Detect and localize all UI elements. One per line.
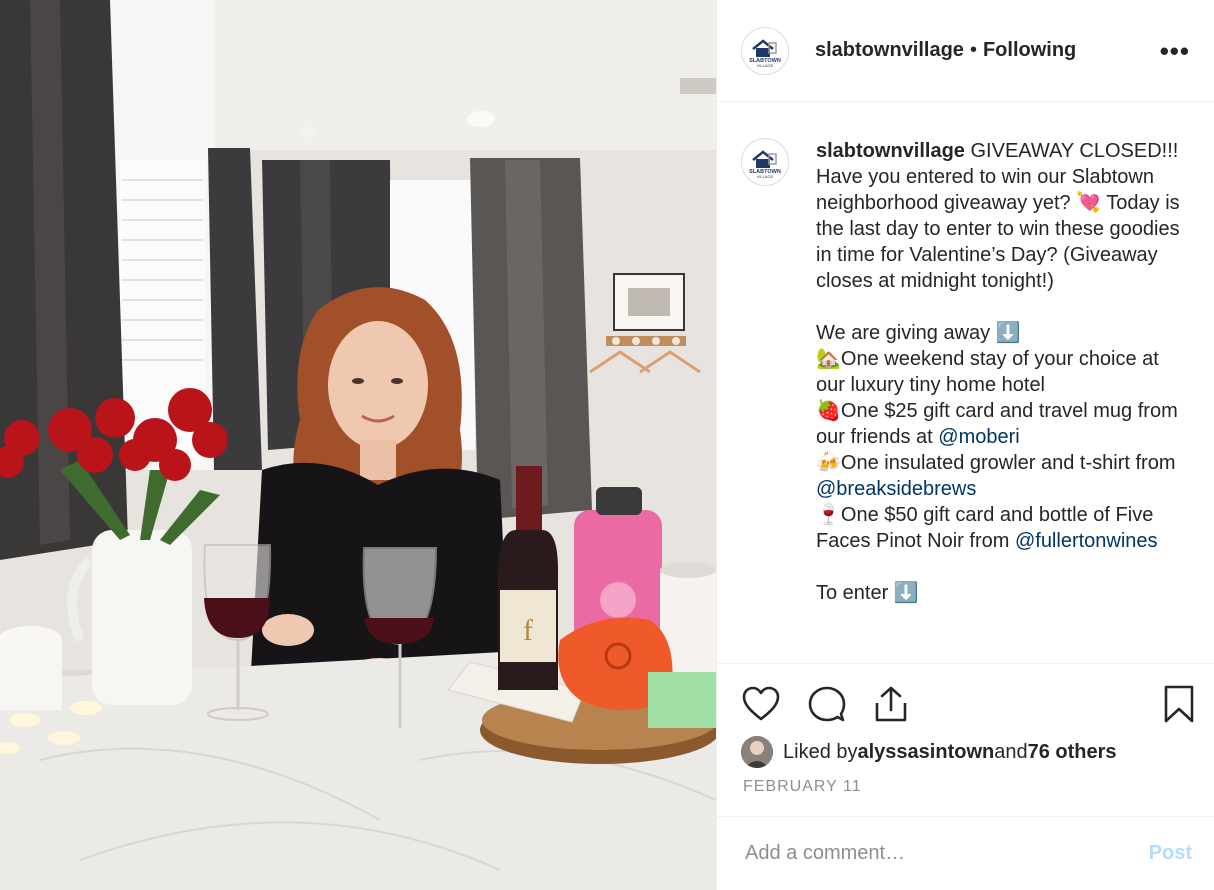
likes-others[interactable]: 76 others <box>1028 741 1117 764</box>
caption-section: SLABTOWN VILLAGE slabtownvillage GIVEAWA… <box>717 103 1214 663</box>
likes-prefix: Liked by <box>783 740 858 763</box>
slabtown-logo-icon: SLABTOWN VILLAGE <box>749 150 781 179</box>
header-separator: • <box>969 39 977 61</box>
svg-text:f: f <box>523 614 533 647</box>
post-panel: SLABTOWN VILLAGE slabtownvillage • Follo… <box>716 0 1214 890</box>
post-date[interactable]: FEBRUARY 11 <box>743 778 862 796</box>
mention-breaksidebrews[interactable]: @breaksidebrews <box>816 478 976 500</box>
header-username[interactable]: slabtownvillage <box>815 39 964 62</box>
bookmark-icon[interactable] <box>1159 684 1199 724</box>
avatar-logo-subtext: VILLAGE <box>757 63 774 68</box>
caption-username[interactable]: slabtownvillage <box>816 140 965 162</box>
comment-bar: Post <box>717 816 1214 890</box>
caption-avatar[interactable]: SLABTOWN VILLAGE <box>741 138 789 186</box>
liker-username[interactable]: alyssasintown <box>858 741 995 764</box>
caption-body-2: 🍻One insulated growler and t-shirt from <box>816 452 1176 474</box>
heart-icon[interactable] <box>741 684 781 724</box>
profile-avatar[interactable]: SLABTOWN VILLAGE <box>741 26 789 75</box>
post-photo[interactable]: f <box>0 0 716 890</box>
slabtown-logo-icon: SLABTOWN VILLAGE <box>749 38 781 68</box>
liker-avatar[interactable] <box>741 736 773 768</box>
photo-scene: f <box>0 0 716 890</box>
avatar-logo-subtext: VILLAGE <box>757 174 774 179</box>
likes-middle: and <box>994 740 1028 763</box>
comment-input[interactable] <box>745 842 1149 865</box>
likes-summary: Liked by alyssasintown and 76 others <box>741 736 1190 768</box>
post-button[interactable]: Post <box>1149 842 1192 865</box>
mention-moberi[interactable]: @moberi <box>938 426 1019 448</box>
caption-body-4: To enter ⬇️ <box>816 582 919 604</box>
caption-text: slabtownvillage GIVEAWAY CLOSED!!! Have … <box>816 138 1190 663</box>
mention-fullertonwines[interactable]: @fullertonwines <box>1015 530 1158 552</box>
more-options-icon[interactable]: ••• <box>1160 36 1190 67</box>
comment-icon[interactable] <box>807 684 847 724</box>
follow-status[interactable]: Following <box>983 39 1076 62</box>
share-icon[interactable] <box>871 684 911 724</box>
post-header: SLABTOWN VILLAGE slabtownvillage • Follo… <box>717 0 1214 102</box>
caption-body-1: GIVEAWAY CLOSED!!! Have you entered to w… <box>816 140 1180 448</box>
